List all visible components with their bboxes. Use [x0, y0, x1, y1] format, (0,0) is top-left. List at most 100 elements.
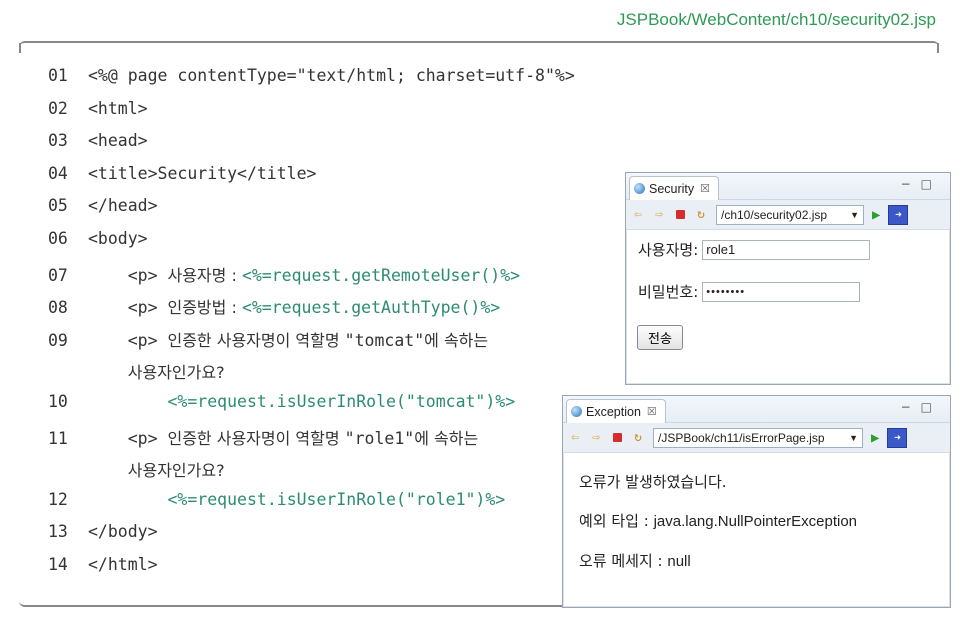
exception-tab[interactable]: Exception ☒ — [566, 399, 666, 423]
code-line: 02 <html> — [48, 99, 148, 118]
code-line: 11 <p> 인증한 사용자명이 역할명 "role1"에 속하는 — [48, 425, 478, 449]
back-arrow-icon[interactable]: ⇦ — [629, 206, 647, 224]
korean-text: 인증한 사용자명이 역할명 — [167, 428, 345, 448]
code-line: 12 <%=request.isUserInRole("role1")%> — [48, 490, 505, 509]
code-line: 13 </body> — [48, 522, 158, 541]
code-line: 사용자인가요? — [48, 359, 225, 383]
line-number: 14 — [48, 555, 68, 574]
exception-toolbar: ⇦ ⇨ ↻ /JSPBook/ch11/isErrorPage.jsp ▼ ▶ … — [563, 423, 950, 453]
back-arrow-icon[interactable]: ⇦ — [566, 429, 584, 447]
password-field[interactable]: •••••••• — [702, 281, 861, 302]
navigate-icon[interactable]: ➜ — [888, 204, 909, 225]
security-url-field[interactable]: /ch10/security02.jsp ▼ — [716, 204, 864, 225]
markup-text: <html> — [88, 98, 148, 118]
code-line: 05 </head> — [48, 196, 158, 215]
markup-text: "role1" — [344, 428, 415, 448]
exception-type-value: java.lang.NullPointerException — [653, 513, 858, 530]
line-number: 08 — [48, 298, 68, 318]
navigate-icon[interactable]: ➜ — [887, 427, 908, 448]
exception-type-label: 예외 타입 : — [579, 512, 654, 530]
markup-text — [88, 461, 128, 480]
markup-text: <title>Security</title> — [88, 163, 317, 183]
korean-text: 인증방법 : — [167, 298, 242, 318]
markup-text: "tomcat" — [344, 330, 425, 350]
exception-titlebar: Exception ☒ −□ — [563, 396, 950, 423]
markup-text: <p> — [88, 298, 168, 318]
password-label: 비밀번호: — [638, 283, 699, 301]
go-icon[interactable]: ▶ — [871, 430, 879, 446]
security-tab-title: Security — [649, 181, 695, 196]
markup-text: </html> — [88, 555, 158, 574]
markup-text: </head> — [88, 196, 158, 216]
line-number: 02 — [48, 98, 68, 118]
markup-text — [88, 363, 128, 382]
stop-icon[interactable] — [608, 429, 626, 447]
code-line: 04 <title>Security</title> — [48, 164, 316, 183]
maximize-icon[interactable]: □ — [921, 177, 942, 191]
code-line: 10 <%=request.isUserInRole("tomcat")%> — [48, 392, 515, 411]
stop-icon[interactable] — [671, 206, 689, 224]
go-icon[interactable]: ▶ — [872, 207, 880, 223]
minimize-icon[interactable]: − — [901, 400, 921, 414]
error-detail-value: null — [667, 553, 691, 570]
globe-icon — [634, 183, 645, 194]
jsp-expression: <%=request.getRemoteUser()%> — [241, 265, 521, 285]
jsp-expression: <%=request.getAuthType()%> — [241, 298, 501, 318]
line-number: 03 — [48, 131, 68, 151]
password-row: 비밀번호: •••••••• — [638, 281, 861, 302]
close-tab-icon[interactable]: ☒ — [647, 405, 657, 418]
markup-text: <head> — [88, 131, 148, 151]
code-line: 06 <body> — [48, 229, 148, 248]
line-number: 09 — [48, 330, 68, 350]
forward-arrow-icon[interactable]: ⇨ — [587, 429, 605, 447]
korean-text: 사용자인가요? — [127, 363, 225, 383]
chevron-down-icon[interactable]: ▼ — [850, 210, 859, 220]
code-line: 사용자인가요? — [48, 457, 225, 481]
code-line: 01 <%@ page contentType="text/html; chars… — [48, 66, 575, 85]
line-number: 01 — [48, 66, 68, 85]
line-number: 07 — [48, 265, 68, 285]
code-line: 09 <p> 인증한 사용자명이 역할명 "tomcat"에 속하는 — [48, 327, 488, 351]
korean-text: 에 속하는 — [414, 428, 479, 448]
chevron-down-icon[interactable]: ▼ — [849, 433, 858, 443]
globe-icon — [571, 406, 582, 417]
line-number: 11 — [48, 428, 68, 448]
file-path-caption: JSPBook/WebContent/ch10/security02.jsp — [616, 10, 936, 29]
jsp-expression: <%=request.isUserInRole("role1")%> — [167, 489, 506, 509]
code-line: 07 <p> 사용자명 : <%=request.getRemoteUser()… — [48, 262, 520, 286]
code-line: 14 </html> — [48, 555, 158, 574]
markup-text: </body> — [88, 522, 158, 542]
forward-arrow-icon[interactable]: ⇨ — [650, 206, 668, 224]
submit-button[interactable]: 전송 — [637, 325, 683, 350]
korean-text: 에 속하는 — [424, 330, 489, 350]
error-detail-line: 오류 메세지 : null — [579, 550, 691, 571]
korean-text: 사용자인가요? — [127, 461, 225, 481]
exception-browser-window: Exception ☒ −□ ⇦ ⇨ ↻ /JSPBook/ch11/isErr… — [562, 395, 951, 608]
username-field[interactable]: role1 — [702, 239, 871, 260]
exception-type-line: 예외 타입 : java.lang.NullPointerException — [579, 510, 857, 531]
code-line: 08 <p> 인증방법 : <%=request.getAuthType()%> — [48, 294, 500, 318]
line-number: 12 — [48, 489, 68, 509]
error-message: 오류가 발생하였습니다. — [579, 473, 727, 491]
username-label: 사용자명: — [638, 241, 699, 259]
minimize-icon[interactable]: − — [901, 177, 921, 191]
line-number: 13 — [48, 522, 68, 542]
error-detail-label: 오류 메세지 : — [579, 552, 668, 570]
exception-url-field[interactable]: /JSPBook/ch11/isErrorPage.jsp ▼ — [653, 427, 863, 448]
markup-text: <p> — [88, 265, 168, 285]
markup-text: <body> — [88, 229, 148, 248]
refresh-icon[interactable]: ↻ — [629, 429, 647, 447]
window-controls: −□ — [901, 177, 942, 191]
markup-text: <%@ page contentType="text/html; charset… — [88, 66, 575, 85]
security-toolbar: ⇦ ⇨ ↻ /ch10/security02.jsp ▼ ▶ ➜ — [626, 200, 950, 230]
close-tab-icon[interactable]: ☒ — [700, 182, 710, 195]
maximize-icon[interactable]: □ — [921, 400, 942, 414]
security-browser-window: Security ☒ −□ ⇦ ⇨ ↻ /ch10/security02.jsp… — [625, 172, 951, 385]
markup-text: <p> — [88, 428, 168, 448]
security-tab[interactable]: Security ☒ — [629, 176, 720, 200]
security-titlebar: Security ☒ −□ — [626, 173, 950, 200]
window-controls: −□ — [901, 400, 942, 414]
line-number: 06 — [48, 229, 68, 248]
refresh-icon[interactable]: ↻ — [692, 206, 710, 224]
code-line: 03 <head> — [48, 131, 148, 150]
